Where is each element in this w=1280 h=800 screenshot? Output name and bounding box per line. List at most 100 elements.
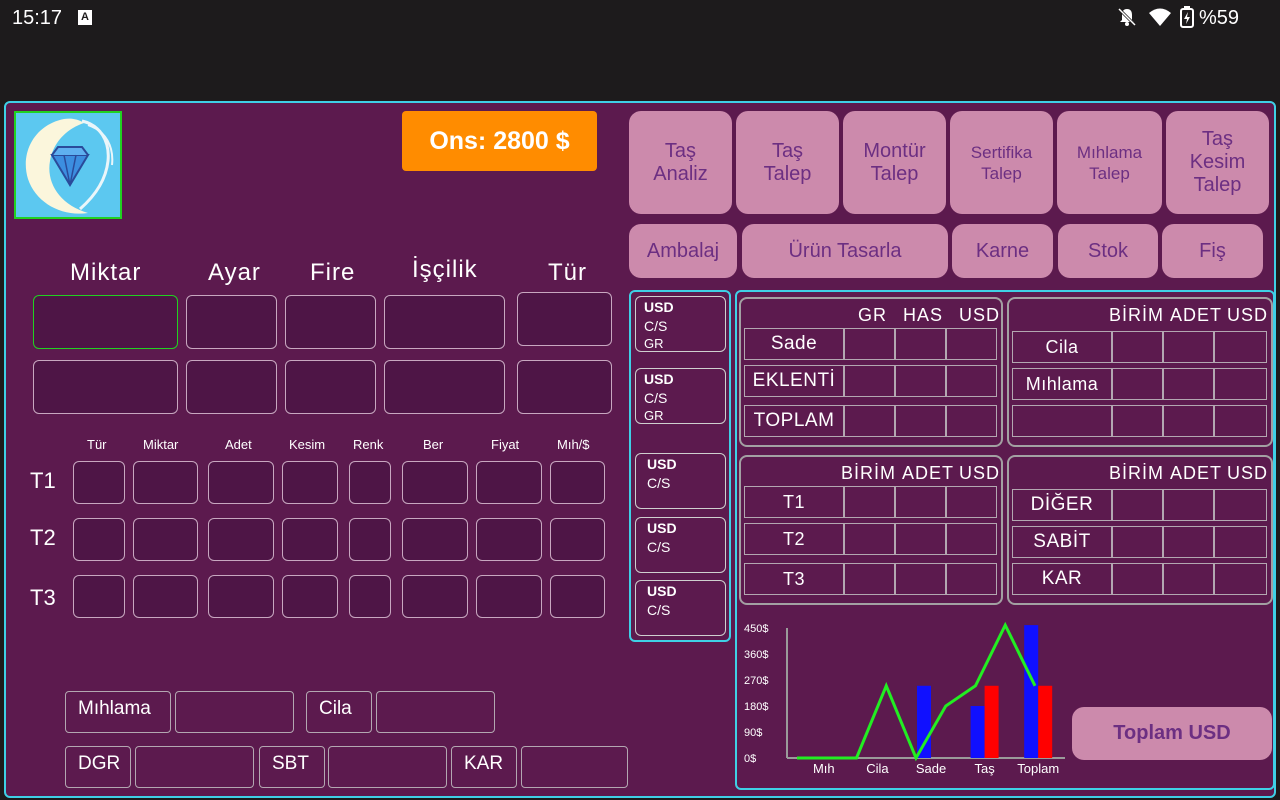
toplam-usd-button[interactable]: Toplam USD bbox=[1072, 707, 1272, 760]
t2-miktar-input[interactable] bbox=[133, 518, 198, 561]
panel4-cell bbox=[1214, 526, 1267, 558]
t3-tur-input[interactable] bbox=[73, 575, 125, 618]
mihlama-value-field[interactable] bbox=[175, 691, 294, 733]
tas-analiz-button[interactable]: Taş Analiz bbox=[629, 111, 732, 214]
fire-result-field[interactable] bbox=[285, 360, 376, 414]
stone-row-label-t2: T2 bbox=[30, 525, 56, 550]
t2-ber-input[interactable] bbox=[402, 518, 468, 561]
chart-x-tick-label: Toplam bbox=[1017, 761, 1059, 776]
t1-kesim-input[interactable] bbox=[282, 461, 338, 504]
t3-kesim-input[interactable] bbox=[282, 575, 338, 618]
usd-box-5[interactable]: USD C/S bbox=[635, 580, 726, 636]
usd-box-3-line2: C/S bbox=[647, 475, 671, 491]
mihlama-talep-button[interactable]: Mıhlama Talep bbox=[1057, 111, 1162, 214]
t2-tur-input[interactable] bbox=[73, 518, 125, 561]
t1-mih-input[interactable] bbox=[550, 461, 605, 504]
chart-y-tick-label: 0$ bbox=[744, 753, 756, 765]
miktar-input[interactable] bbox=[33, 295, 178, 349]
stone-header-ber: Ber bbox=[423, 437, 444, 452]
usd-box-2-line2: C/S bbox=[644, 390, 668, 406]
miktar-result-field[interactable] bbox=[33, 360, 178, 414]
chart-bar bbox=[1038, 685, 1053, 758]
panel3-row-t3: T3 bbox=[744, 563, 844, 595]
t2-adet-input[interactable] bbox=[208, 518, 274, 561]
usd-box-5-line2: C/S bbox=[647, 602, 671, 618]
logo[interactable] bbox=[14, 111, 122, 219]
sbt-value-field[interactable] bbox=[328, 746, 447, 788]
t2-mih-input[interactable] bbox=[550, 518, 605, 561]
panel2-cell bbox=[1112, 405, 1163, 437]
montur-talep-button[interactable]: Montür Talep bbox=[843, 111, 946, 214]
t2-kesim-input[interactable] bbox=[282, 518, 338, 561]
panel2-cell bbox=[1163, 331, 1214, 363]
panel4-cell bbox=[1163, 526, 1214, 558]
panel3-header-birim: BİRİM bbox=[841, 463, 897, 483]
panel1-cell bbox=[844, 328, 895, 360]
t1-miktar-input[interactable] bbox=[133, 461, 198, 504]
usd-box-3[interactable]: USD C/S bbox=[635, 453, 726, 509]
kar-value-field[interactable] bbox=[521, 746, 628, 788]
ayar-result-field[interactable] bbox=[186, 360, 277, 414]
tur-result-field[interactable] bbox=[517, 360, 612, 414]
t2-renk-input[interactable] bbox=[349, 518, 391, 561]
stone-header-mih: Mıh/$ bbox=[557, 437, 590, 452]
usd-box-1[interactable]: USD C/S GR bbox=[635, 296, 726, 352]
usd-box-4-line1: USD bbox=[647, 520, 677, 536]
t3-adet-input[interactable] bbox=[208, 575, 274, 618]
t2-fiyat-input[interactable] bbox=[476, 518, 542, 561]
ayar-input[interactable] bbox=[186, 295, 277, 349]
ambalaj-button[interactable]: Ambalaj bbox=[629, 224, 737, 278]
panel4-row-kar: KAR bbox=[1012, 563, 1112, 595]
diamond-logo-icon bbox=[16, 113, 120, 217]
panel3-header-usd: USD bbox=[959, 463, 1001, 483]
panel2-header-birim: BİRİM bbox=[1109, 305, 1165, 325]
tas-talep-button[interactable]: Taş Talep bbox=[736, 111, 839, 214]
chart-bar bbox=[1024, 625, 1039, 758]
panel4-cell bbox=[1214, 563, 1267, 595]
header-miktar: Miktar bbox=[70, 259, 142, 286]
panel1-cell bbox=[895, 328, 946, 360]
panel1-cell bbox=[895, 405, 946, 437]
t1-fiyat-input[interactable] bbox=[476, 461, 542, 504]
karne-button[interactable]: Karne bbox=[952, 224, 1053, 278]
chart-y-tick-label: 450$ bbox=[744, 623, 768, 635]
panel3-cell bbox=[946, 523, 997, 555]
t3-renk-input[interactable] bbox=[349, 575, 391, 618]
t1-ber-input[interactable] bbox=[402, 461, 468, 504]
fis-button[interactable]: Fiş bbox=[1162, 224, 1263, 278]
t1-adet-input[interactable] bbox=[208, 461, 274, 504]
urun-tasarla-button[interactable]: Ürün Tasarla bbox=[742, 224, 948, 278]
t3-miktar-input[interactable] bbox=[133, 575, 198, 618]
t3-fiyat-input[interactable] bbox=[476, 575, 542, 618]
stone-header-tur: Tür bbox=[87, 437, 107, 452]
panel1-row-eklenti: EKLENTİ bbox=[744, 365, 844, 397]
t3-mih-input[interactable] bbox=[550, 575, 605, 618]
dgr-value-field[interactable] bbox=[135, 746, 254, 788]
tas-kesim-talep-button[interactable]: Taş Kesim Talep bbox=[1166, 111, 1269, 214]
usd-box-4[interactable]: USD C/S bbox=[635, 517, 726, 573]
stone-header-kesim: Kesim bbox=[289, 437, 326, 452]
panel1-header-has: HAS bbox=[903, 305, 944, 325]
fire-input[interactable] bbox=[285, 295, 376, 349]
tur-input[interactable] bbox=[517, 292, 612, 346]
status-time: 15:17 bbox=[12, 7, 63, 29]
chart-x-tick-label: Cila bbox=[866, 761, 889, 776]
stok-button[interactable]: Stok bbox=[1058, 224, 1158, 278]
t3-ber-input[interactable] bbox=[402, 575, 468, 618]
iscilik-input[interactable] bbox=[384, 295, 505, 349]
t1-renk-input[interactable] bbox=[349, 461, 391, 504]
panel2-cell bbox=[1214, 331, 1267, 363]
sbt-label: SBT bbox=[259, 746, 325, 788]
cila-value-field[interactable] bbox=[376, 691, 495, 733]
panel2-header-usd: USD bbox=[1227, 305, 1269, 325]
panel3-row-t1: T1 bbox=[744, 486, 844, 518]
panel1-cell bbox=[946, 365, 997, 397]
panel1-cell bbox=[895, 365, 946, 397]
usd-box-2[interactable]: USD C/S GR bbox=[635, 368, 726, 424]
stone-row-label-t3: T3 bbox=[30, 585, 56, 610]
t1-tur-input[interactable] bbox=[73, 461, 125, 504]
sertifika-talep-button[interactable]: Sertifika Talep bbox=[950, 111, 1053, 214]
panel2-cell bbox=[1214, 368, 1267, 400]
panel3-cell bbox=[844, 523, 895, 555]
iscilik-result-field[interactable] bbox=[384, 360, 505, 414]
